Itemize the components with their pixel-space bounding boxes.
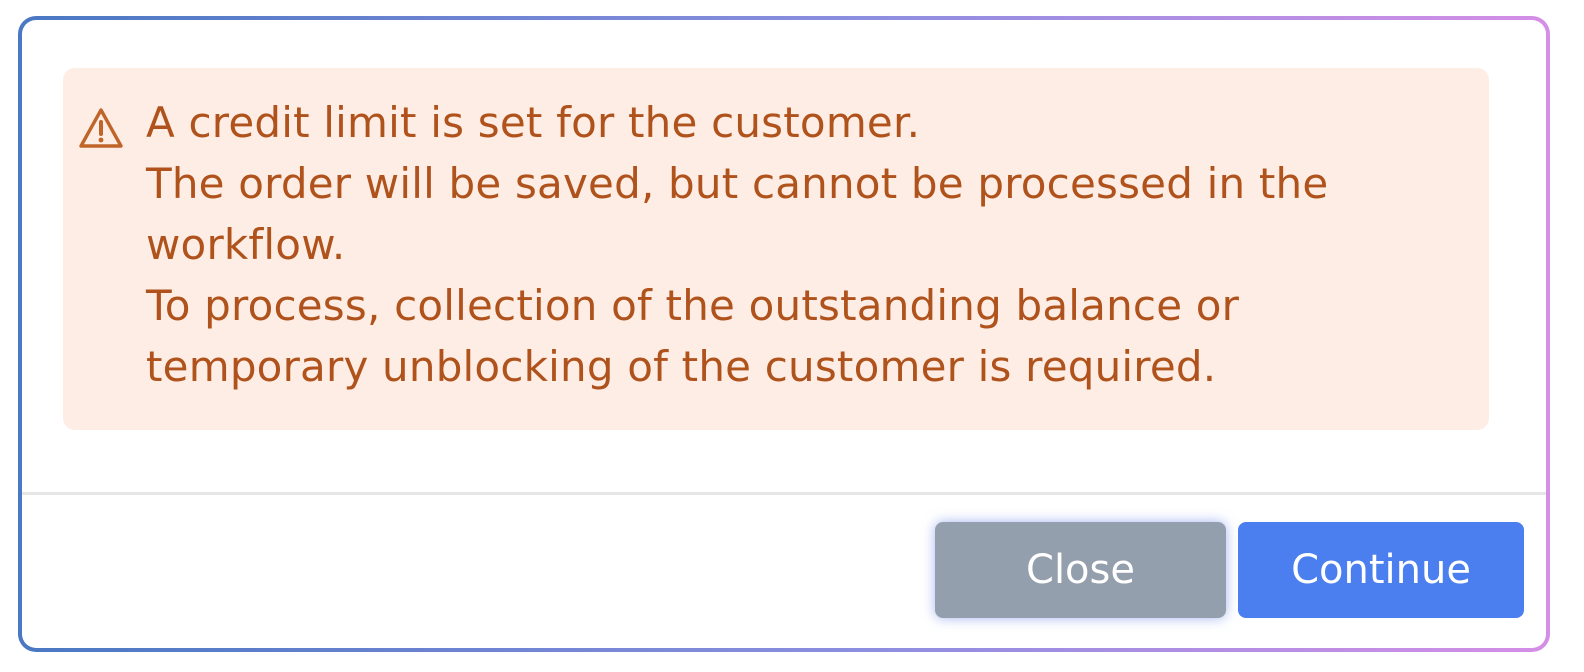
close-button[interactable]: Close: [935, 522, 1226, 618]
alert-line-5: temporary unblocking of the customer is …: [146, 342, 1217, 391]
alert-line-1: A credit limit is set for the customer.: [146, 98, 921, 147]
alert-line-3: workflow.: [146, 220, 346, 269]
alert-line-4: To process, collection of the outstandin…: [146, 281, 1240, 330]
dialog-border: A credit limit is set for the customer. …: [18, 16, 1550, 652]
continue-button[interactable]: Continue: [1238, 522, 1524, 618]
credit-limit-dialog: A credit limit is set for the customer. …: [22, 20, 1546, 648]
alert-message: A credit limit is set for the customer. …: [146, 92, 1436, 397]
footer-divider: [22, 492, 1546, 495]
warning-triangle-icon: [79, 108, 123, 148]
alert-line-2: The order will be saved, but cannot be p…: [146, 159, 1329, 208]
